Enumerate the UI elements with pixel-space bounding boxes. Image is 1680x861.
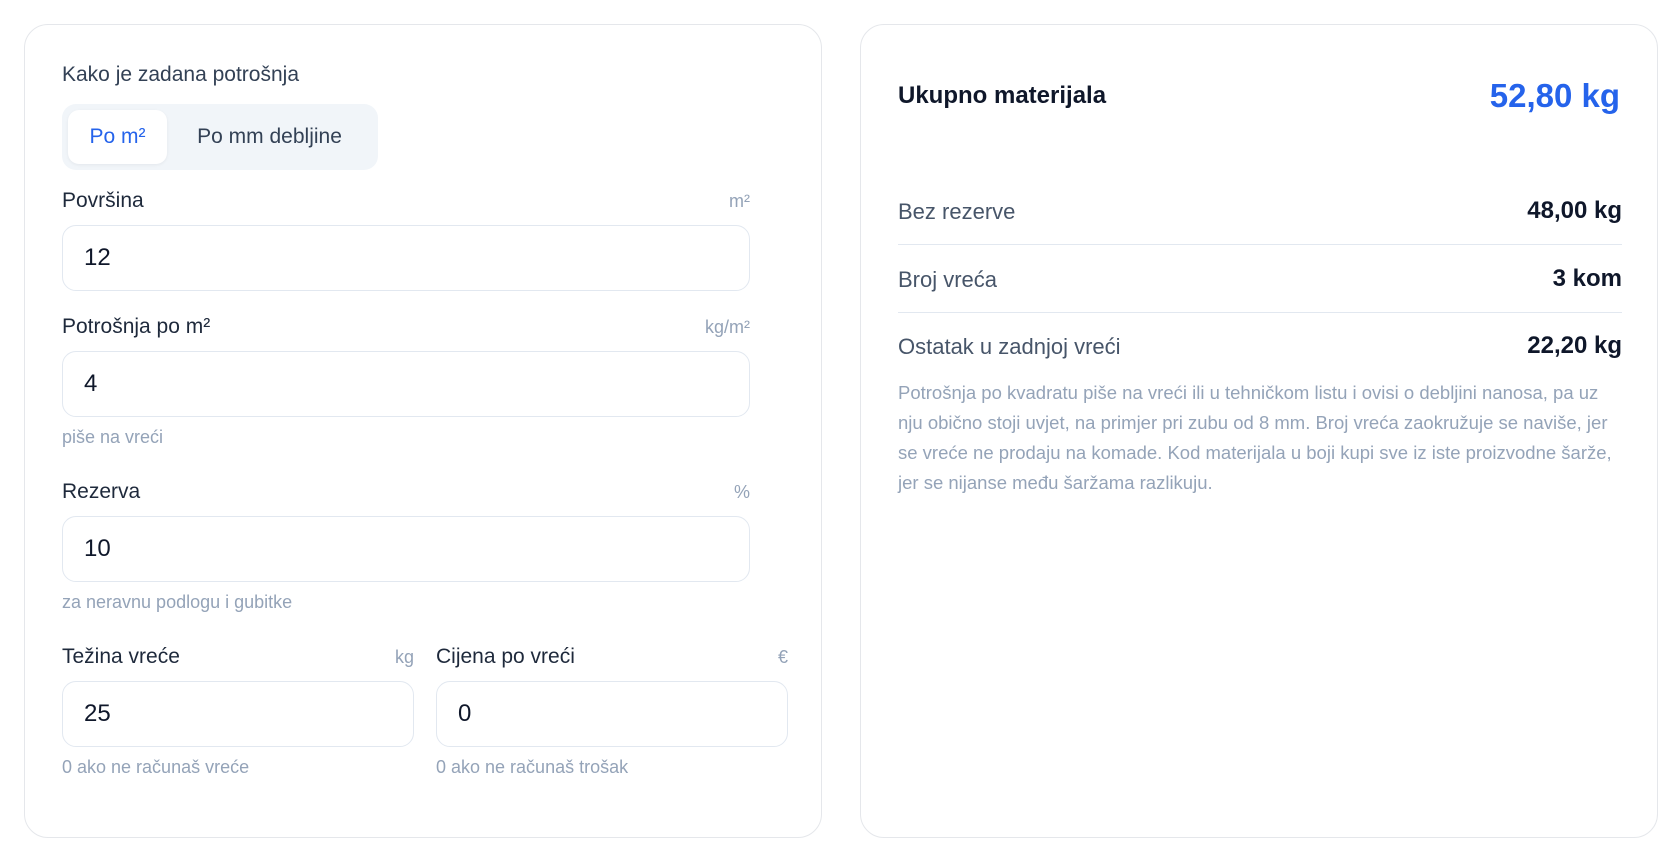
total-material-value: 52,80 kg — [1489, 77, 1620, 114]
calculator-input-card: Kako je zadana potrošnja Po m² Po mm deb… — [24, 24, 822, 838]
reserve-hint: za neravnu podlogu i gubitke — [62, 592, 293, 612]
consumption-label: Potrošnja po m² — [62, 315, 211, 338]
mode-option-per-mm-thickness[interactable]: Po mm debljine — [167, 110, 372, 164]
bag-price-hint: 0 ako ne računaš trošak — [436, 757, 629, 777]
bag-weight-input[interactable] — [62, 681, 414, 747]
reserve-unit: % — [733, 482, 750, 502]
consumption-hint: piše na vreći — [62, 427, 164, 447]
result-row-value: 3 kom — [1552, 265, 1622, 292]
consumption-mode-toggle: Po m² Po mm debljine — [62, 104, 378, 170]
result-row-last-bag-remainder: Ostatak u zadnjoj vreći 22,20 kg — [898, 312, 1622, 380]
consumption-unit: kg/m² — [705, 317, 750, 337]
result-row-value: 22,20 kg — [1527, 332, 1622, 359]
consumption-mode-title: Kako je zadana potrošnja — [62, 63, 299, 86]
result-row-value: 48,00 kg — [1527, 197, 1622, 224]
bag-price-label: Cijena po vreći — [436, 645, 575, 668]
bag-weight-hint: 0 ako ne računaš vreće — [62, 757, 250, 777]
bag-weight-label: Težina vreće — [62, 645, 180, 668]
area-unit: m² — [729, 191, 750, 211]
reserve-input[interactable] — [62, 516, 750, 582]
explanation-note: Potrošnja po kvadratu piše na vreći ili … — [898, 382, 1612, 493]
area-label: Površina — [62, 189, 144, 212]
total-material-label: Ukupno materijala — [898, 82, 1107, 109]
area-input[interactable] — [62, 225, 750, 291]
bag-price-unit: € — [777, 647, 788, 667]
calculator-result-card: Ukupno materijala 52,80 kg Bez rezerve 4… — [860, 24, 1658, 838]
result-row-label: Broj vreća — [898, 267, 998, 292]
result-row-label: Ostatak u zadnjoj vreći — [898, 334, 1121, 359]
reserve-label: Rezerva — [62, 480, 141, 503]
mode-option-per-m2[interactable]: Po m² — [68, 110, 168, 164]
bag-weight-unit: kg — [394, 647, 414, 667]
bag-price-input[interactable] — [436, 681, 788, 747]
result-row-bag-count: Broj vreća 3 kom — [898, 245, 1622, 313]
consumption-input[interactable] — [62, 351, 750, 417]
result-row-label: Bez rezerve — [898, 199, 1016, 224]
result-row-without-reserve: Bez rezerve 48,00 kg — [898, 177, 1622, 245]
